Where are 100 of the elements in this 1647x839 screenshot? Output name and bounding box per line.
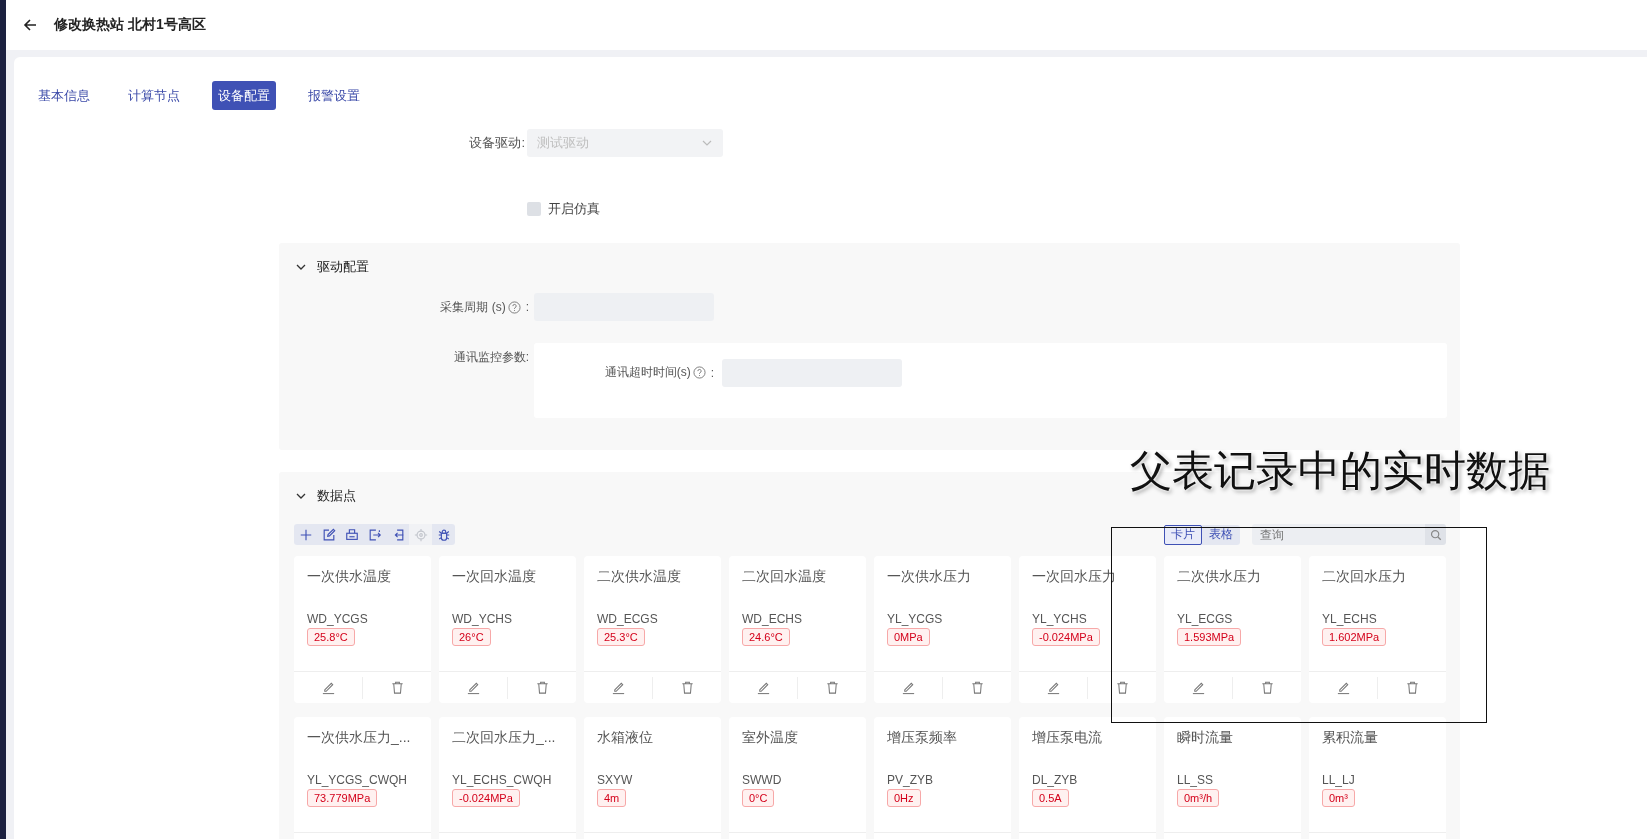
field-label: 通讯监控参数: (453, 349, 529, 366)
panel-title: 驱动配置 (317, 258, 369, 276)
data-point-card[interactable]: 二次回水压力_... YL_ECHS_CWQH -0.024MPa (439, 717, 576, 839)
value-tag: -0.024MPa (1032, 628, 1100, 646)
tab[interactable]: 设备配置 (212, 81, 276, 110)
panel-title: 数据点 (317, 487, 356, 505)
page-title: 修改换热站 北村1号高区 (54, 16, 206, 34)
edit-icon[interactable] (610, 680, 626, 695)
value-tag: -0.024MPa (452, 789, 520, 807)
tab[interactable]: 基本信息 (32, 81, 96, 110)
tab[interactable]: 计算节点 (122, 81, 186, 110)
view-toggle[interactable]: 表格 (1202, 524, 1240, 545)
point-code: YL_ECHS_CWQH (452, 773, 552, 787)
point-name: 瞬时流量 (1177, 729, 1233, 747)
value-tag: 73.779MPa (307, 789, 378, 807)
data-point-card[interactable]: 瞬时流量 LL_SS 0m³/h (1164, 717, 1301, 839)
value-tag: 25.8°C (307, 628, 355, 646)
value-tag: 0m³/h (1177, 789, 1220, 807)
point-code: YL_YCGS (887, 612, 943, 626)
data-point-card[interactable]: 一次供水温度 WD_YCGS 25.8°C (294, 556, 431, 703)
point-name: 一次供水压力_... (307, 729, 411, 747)
point-code: WD_YCHS (452, 612, 512, 626)
point-name: 二次回水温度 (742, 568, 826, 586)
tab[interactable]: 报警设置 (302, 81, 366, 110)
point-name: 室外温度 (742, 729, 798, 747)
data-point-card[interactable]: 增压泵频率 PV_ZYB 0Hz (874, 717, 1011, 839)
point-code: LL_SS (1177, 773, 1214, 787)
data-point-card[interactable]: 水箱液位 SXYW 4m (584, 717, 721, 839)
point-code: SWWD (742, 773, 782, 787)
point-code: YL_YCHS (1032, 612, 1087, 626)
point-code: WD_ECHS (742, 612, 802, 626)
point-name: 二次回水压力 (1322, 568, 1406, 586)
point-name: 二次供水温度 (597, 568, 681, 586)
annotation-caption: 父表记录中的实时数据 (1130, 448, 1550, 495)
point-name: 累积流量 (1322, 729, 1378, 747)
data-point-card[interactable]: 二次回水压力 YL_ECHS 1.602MPa (1309, 556, 1446, 703)
value-tag: 1.593MPa (1177, 628, 1242, 646)
data-point-card[interactable]: 一次供水压力 YL_YCGS 0MPa (874, 556, 1011, 703)
point-code: YL_ECHS (1322, 612, 1377, 626)
point-name: 二次回水压力_... (452, 729, 556, 747)
data-point-card[interactable]: 一次回水温度 WD_YCHS 26°C (439, 556, 576, 703)
view-toggle[interactable]: 卡片 (1164, 524, 1202, 545)
edit-icon[interactable] (465, 680, 481, 695)
value-tag: 0m³ (1322, 789, 1355, 807)
help-icon[interactable] (692, 366, 706, 379)
point-code: YL_YCGS_CWQH (307, 773, 408, 787)
data-point-card[interactable]: 累积流量 LL_LJ 0m³ (1309, 717, 1446, 839)
data-point-card[interactable]: 二次供水温度 WD_ECGS 25.3°C (584, 556, 721, 703)
edit-icon[interactable] (1045, 680, 1061, 695)
delete-icon[interactable] (389, 680, 405, 695)
value-tag: 25.3°C (597, 628, 645, 646)
value-tag: 0°C (742, 789, 775, 807)
edit-icon[interactable] (900, 680, 916, 695)
point-code: SXYW (597, 773, 633, 787)
point-name: 一次供水压力 (887, 568, 971, 586)
point-name: 增压泵频率 (887, 729, 957, 747)
point-code: PV_ZYB (887, 773, 934, 787)
edit-icon[interactable] (755, 680, 771, 695)
delete-icon[interactable] (534, 680, 550, 695)
delete-icon[interactable] (969, 680, 985, 695)
value-tag: 4m (597, 789, 627, 807)
value-tag: 26°C (452, 628, 491, 646)
value-tag: 0.5A (1032, 789, 1069, 807)
field-label: 采集周期 (s) (440, 298, 506, 316)
point-name: 二次供水压力 (1177, 568, 1261, 586)
data-point-card[interactable]: 一次供水压力_... YL_YCGS_CWQH 73.779MPa (294, 717, 431, 839)
edit-icon[interactable] (1335, 680, 1351, 695)
point-name: 增压泵电流 (1032, 729, 1102, 747)
point-code: LL_LJ (1322, 773, 1355, 787)
delete-icon[interactable] (679, 680, 695, 695)
data-point-card[interactable]: 二次回水温度 WD_ECHS 24.6°C (729, 556, 866, 703)
value-tag: 1.602MPa (1322, 628, 1387, 646)
point-code: YL_ECGS (1177, 612, 1233, 626)
delete-icon[interactable] (1114, 680, 1130, 695)
colon-text: : (525, 300, 529, 314)
help-icon[interactable] (507, 300, 521, 314)
data-point-card[interactable]: 增压泵电流 DL_ZYB 0.5A (1019, 717, 1156, 839)
point-name: 水箱液位 (597, 729, 653, 747)
colon-text: : (710, 365, 714, 380)
back-arrow-icon[interactable] (22, 17, 38, 33)
checkbox[interactable] (527, 202, 541, 216)
value-tag: 0MPa (887, 628, 930, 646)
checkbox-label: 开启仿真 (548, 200, 600, 218)
value-tag: 0Hz (887, 789, 921, 807)
point-name: 一次供水温度 (307, 568, 391, 586)
delete-icon[interactable] (1404, 680, 1420, 695)
point-code: DL_ZYB (1032, 773, 1078, 787)
point-code: WD_ECGS (597, 612, 658, 626)
edit-icon[interactable] (320, 680, 336, 695)
data-point-card[interactable]: 室外温度 SWWD 0°C (729, 717, 866, 839)
field-label: 通讯超时时间(s) (604, 364, 691, 381)
delete-icon[interactable] (824, 680, 840, 695)
data-point-card[interactable]: 二次供水压力 YL_ECGS 1.593MPa (1164, 556, 1301, 703)
field-label: 设备驱动: (468, 134, 526, 152)
search-field[interactable]: 查询 (1252, 524, 1425, 545)
point-code: WD_YCGS (307, 612, 368, 626)
value-tag: 24.6°C (742, 628, 790, 646)
edit-icon[interactable] (1190, 680, 1206, 695)
delete-icon[interactable] (1259, 680, 1275, 695)
point-name: 一次回水温度 (452, 568, 536, 586)
